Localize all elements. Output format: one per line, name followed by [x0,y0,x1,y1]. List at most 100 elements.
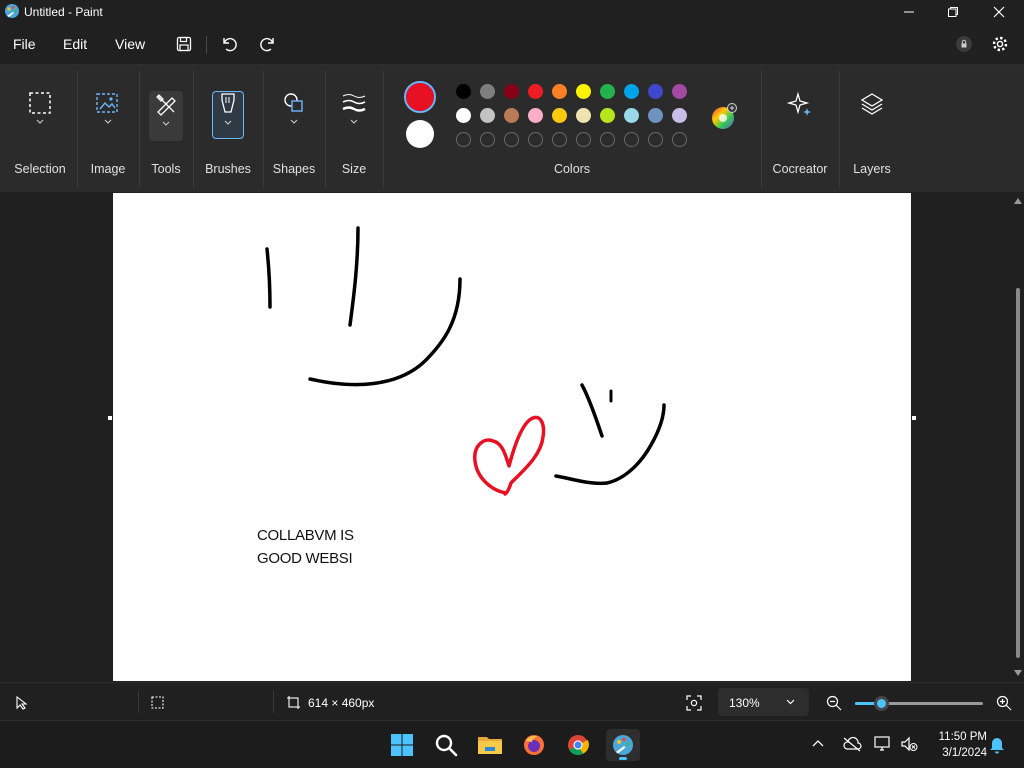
onedrive-offline-icon[interactable] [842,736,862,752]
palette-swatch[interactable] [672,108,687,123]
settings-button[interactable] [986,32,1014,56]
minimize-button[interactable] [886,0,932,24]
image-button[interactable] [91,91,125,141]
zoom-slider[interactable] [855,696,983,711]
custom-color-slot[interactable] [552,132,567,147]
notification-bell-icon[interactable] [989,736,1005,754]
palette-swatch[interactable] [624,84,639,99]
close-icon [993,6,1005,18]
undo-button[interactable] [215,32,243,56]
search-icon [435,734,458,757]
chevron-down-icon [162,121,170,126]
zoom-level: 130% [729,696,760,710]
primary-color-swatch[interactable] [406,83,434,111]
undo-icon [223,37,237,52]
tools-button[interactable] [149,91,183,141]
custom-color-slot[interactable] [504,132,519,147]
drawing-canvas[interactable]: COLLABVM IS GOOD WEBSI [113,193,911,681]
chrome-button[interactable] [562,729,594,761]
scrollbar-thumb[interactable] [1016,288,1020,658]
show-hidden-icons-icon[interactable] [812,739,824,747]
palette-swatch[interactable] [600,84,615,99]
paint-taskbar-button[interactable] [606,729,640,761]
maximize-button[interactable] [930,0,976,24]
fit-to-window-icon[interactable] [686,695,702,711]
account-button[interactable] [950,32,978,56]
close-button[interactable] [976,0,1022,24]
search-button[interactable] [430,729,462,761]
palette-swatch[interactable] [648,108,663,123]
edit-colors-icon[interactable] [710,103,738,131]
brush-icon [221,93,235,113]
taskbar-clock[interactable]: 11:50 PM 3/1/2024 [925,729,987,761]
menu-view[interactable]: View [115,36,145,52]
group-label-image: Image [90,162,126,176]
zoom-in-icon[interactable] [996,695,1012,711]
canvas-text-line-1: COLLABVM IS [257,527,354,544]
scroll-down-arrow-icon[interactable] [1014,670,1022,676]
palette-swatch[interactable] [600,108,615,123]
palette-swatch[interactable] [624,108,639,123]
shapes-icon [284,93,303,112]
custom-color-slot[interactable] [624,132,639,147]
save-button[interactable] [170,32,198,56]
custom-color-slot[interactable] [456,132,471,147]
layers-button[interactable] [855,91,889,141]
palette-swatch[interactable] [528,84,543,99]
size-button[interactable] [337,91,371,141]
menu-edit[interactable]: Edit [63,36,87,52]
quick-access-separator [206,36,207,54]
scroll-up-arrow-icon[interactable] [1014,198,1022,204]
palette-swatch[interactable] [504,84,519,99]
palette-swatch[interactable] [504,108,519,123]
custom-color-slot[interactable] [648,132,663,147]
folder-icon [478,737,502,754]
firefox-icon [524,735,544,755]
colors-group: Colors [384,65,760,193]
pencil-eraser-icon [156,94,176,116]
volume-muted-icon[interactable] [900,736,918,752]
firefox-button[interactable] [518,729,550,761]
zoom-slider-thumb[interactable] [873,696,889,711]
palette-swatch[interactable] [480,108,495,123]
palette-swatch[interactable] [672,84,687,99]
palette-swatch[interactable] [648,84,663,99]
custom-color-slot[interactable] [576,132,591,147]
redo-button[interactable] [254,32,282,56]
menu-file[interactable]: File [13,36,36,52]
palette-swatch[interactable] [480,84,495,99]
group-label-colors: Colors [553,162,591,176]
taskbar: 11:50 PM 3/1/2024 [0,720,1024,768]
redo-icon [260,37,274,52]
palette-swatch[interactable] [528,108,543,123]
palette-swatch[interactable] [456,84,471,99]
custom-color-slot[interactable] [600,132,615,147]
zoom-out-icon[interactable] [826,695,842,711]
vertical-scrollbar[interactable] [1013,192,1023,682]
palette-swatch[interactable] [456,108,471,123]
secondary-color-swatch[interactable] [406,120,434,148]
canvas-resize-handle-left[interactable] [108,416,112,420]
palette-swatch[interactable] [552,108,567,123]
palette-swatch[interactable] [552,84,567,99]
file-explorer-button[interactable] [474,729,506,761]
selection-button[interactable] [23,91,57,141]
custom-color-slot[interactable] [672,132,687,147]
right-eye-stroke [348,226,360,327]
layers-icon [860,93,884,115]
zoom-dropdown[interactable]: 130% [718,688,809,716]
chevron-down-icon [350,119,358,124]
start-button[interactable] [386,729,418,761]
custom-color-slot[interactable] [528,132,543,147]
brushes-button[interactable] [212,91,244,139]
custom-color-slot[interactable] [480,132,495,147]
cocreator-button[interactable] [783,91,817,141]
clock-time: 11:50 PM [938,731,987,743]
shapes-button[interactable] [277,91,311,141]
canvas-resize-handle-right[interactable] [912,416,916,420]
palette-swatch[interactable] [576,84,591,99]
palette-swatch[interactable] [576,108,591,123]
windows-start-icon [391,734,413,756]
network-icon[interactable] [874,736,892,752]
big-smile-stroke [308,277,462,387]
